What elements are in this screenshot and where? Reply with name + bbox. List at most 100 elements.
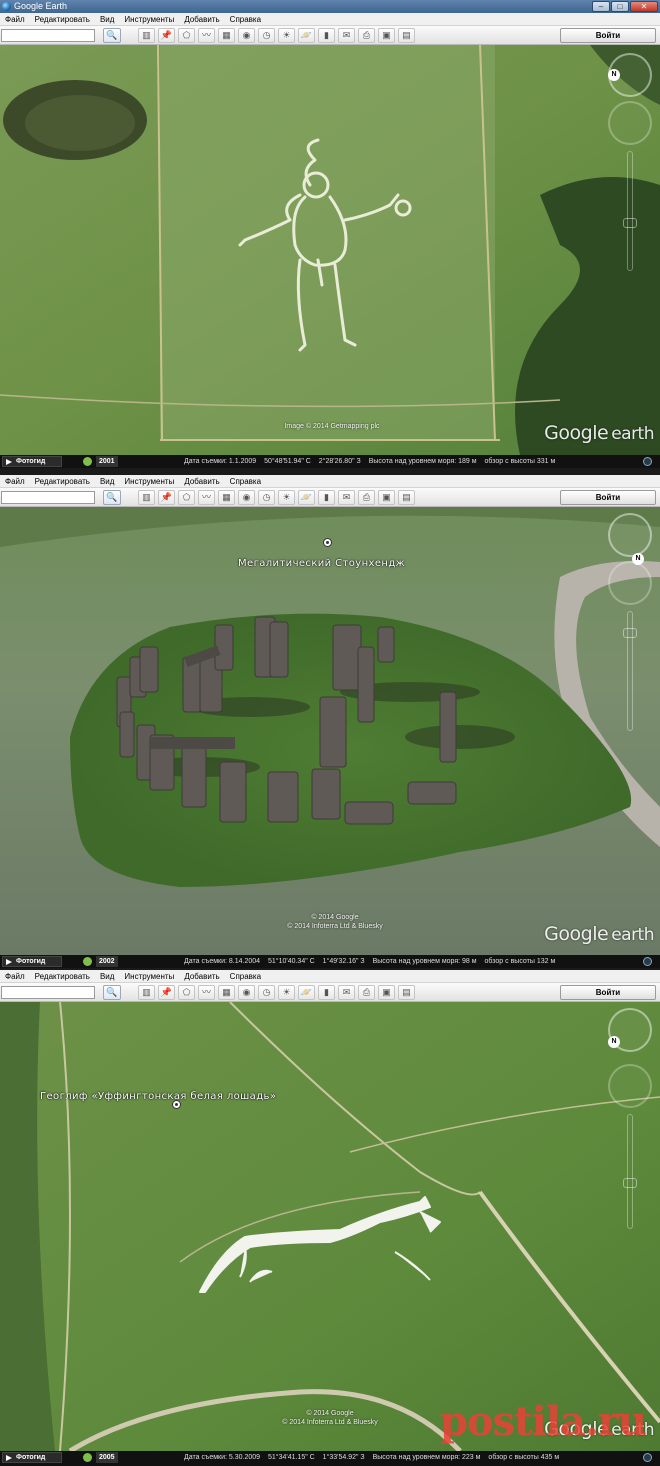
placemark-label[interactable]: Мегалитический Стоунхендж <box>238 558 405 569</box>
overlay-icon[interactable]: ▦ <box>218 28 235 43</box>
zoom-slider-thumb[interactable] <box>623 218 637 228</box>
tour-guide-button[interactable]: Фотогид <box>2 956 62 967</box>
sunlight-icon[interactable]: ☀ <box>278 985 295 1000</box>
menu-view[interactable]: Вид <box>95 475 119 488</box>
sunlight-icon[interactable]: ☀ <box>278 490 295 505</box>
menu-view[interactable]: Вид <box>95 13 119 26</box>
planets-icon[interactable]: 🪐 <box>298 985 315 1000</box>
search-input[interactable] <box>1 29 95 42</box>
menu-file[interactable]: Файл <box>0 970 30 983</box>
maps-icon[interactable]: ▤ <box>398 28 415 43</box>
menu-tools[interactable]: Инструменты <box>119 970 179 983</box>
zoom-slider[interactable] <box>627 1114 633 1229</box>
historical-imagery-icon[interactable]: ◷ <box>258 985 275 1000</box>
north-button-icon[interactable]: N <box>608 1036 620 1048</box>
menu-edit[interactable]: Редактировать <box>30 970 95 983</box>
historical-imagery-icon[interactable]: ◷ <box>258 28 275 43</box>
menu-view[interactable]: Вид <box>95 970 119 983</box>
menu-help[interactable]: Справка <box>225 475 266 488</box>
ruler-icon[interactable]: ▮ <box>318 985 335 1000</box>
email-icon[interactable]: ✉ <box>338 985 355 1000</box>
menu-edit[interactable]: Редактировать <box>30 13 95 26</box>
search-button[interactable]: 🔍 <box>103 985 121 1000</box>
print-icon[interactable]: ⎙ <box>358 28 375 43</box>
historical-imagery-icon[interactable] <box>83 957 92 966</box>
close-button[interactable]: ✕ <box>630 1 658 12</box>
tour-guide-button[interactable]: Фотогид <box>2 1452 62 1463</box>
minimize-button[interactable]: – <box>592 1 610 12</box>
menu-edit[interactable]: Редактировать <box>30 475 95 488</box>
imagery-year[interactable]: 2005 <box>96 1452 118 1463</box>
placemark-label[interactable]: Геоглиф «Уффингтонская белая лошадь» <box>40 1091 276 1102</box>
save-image-icon[interactable]: ▣ <box>378 490 395 505</box>
menu-file[interactable]: Файл <box>0 475 30 488</box>
placemark-icon[interactable]: 📌 <box>158 490 175 505</box>
move-ring[interactable] <box>608 561 652 605</box>
move-ring[interactable] <box>608 101 652 145</box>
imagery-year[interactable]: 2001 <box>96 456 118 467</box>
overlay-icon[interactable]: ▦ <box>218 985 235 1000</box>
north-button-icon[interactable]: N <box>608 69 620 81</box>
path-icon[interactable]: 〰 <box>198 28 215 43</box>
menu-file[interactable]: Файл <box>0 13 30 26</box>
ruler-icon[interactable]: ▮ <box>318 490 335 505</box>
menu-add[interactable]: Добавить <box>179 13 224 26</box>
save-image-icon[interactable]: ▣ <box>378 28 395 43</box>
tour-guide-button[interactable]: Фотогид <box>2 456 62 467</box>
menu-help[interactable]: Справка <box>225 13 266 26</box>
historical-imagery-icon[interactable] <box>83 457 92 466</box>
print-icon[interactable]: ⎙ <box>358 985 375 1000</box>
planets-icon[interactable]: 🪐 <box>298 490 315 505</box>
path-icon[interactable]: 〰 <box>198 490 215 505</box>
print-icon[interactable]: ⎙ <box>358 490 375 505</box>
map-view-cerne-abbas[interactable]: Image © 2014 Getmapping plc Google earth … <box>0 45 660 455</box>
save-image-icon[interactable]: ▣ <box>378 985 395 1000</box>
sidebar-toggle-icon[interactable]: ▥ <box>138 490 155 505</box>
search-input[interactable] <box>1 491 95 504</box>
placemark-pin-icon[interactable] <box>323 538 332 547</box>
zoom-slider-thumb[interactable] <box>623 1178 637 1188</box>
tour-icon[interactable]: ◉ <box>238 490 255 505</box>
polygon-icon[interactable]: ⬠ <box>178 490 195 505</box>
navigation-controls[interactable]: N <box>608 1008 652 1238</box>
signin-button[interactable]: Войти <box>560 28 656 43</box>
sidebar-toggle-icon[interactable]: ▥ <box>138 985 155 1000</box>
move-ring[interactable] <box>608 1064 652 1108</box>
menu-add[interactable]: Добавить <box>179 475 224 488</box>
look-ring[interactable] <box>608 513 652 557</box>
maximize-button[interactable]: □ <box>611 1 629 12</box>
overlay-icon[interactable]: ▦ <box>218 490 235 505</box>
maps-icon[interactable]: ▤ <box>398 985 415 1000</box>
tour-icon[interactable]: ◉ <box>238 985 255 1000</box>
search-input[interactable] <box>1 986 95 999</box>
sunlight-icon[interactable]: ☀ <box>278 28 295 43</box>
maps-icon[interactable]: ▤ <box>398 490 415 505</box>
signin-button[interactable]: Войти <box>560 490 656 505</box>
polygon-icon[interactable]: ⬠ <box>178 985 195 1000</box>
polygon-icon[interactable]: ⬠ <box>178 28 195 43</box>
tour-icon[interactable]: ◉ <box>238 28 255 43</box>
search-button[interactable]: 🔍 <box>103 28 121 43</box>
placemark-icon[interactable]: 📌 <box>158 985 175 1000</box>
email-icon[interactable]: ✉ <box>338 490 355 505</box>
menu-tools[interactable]: Инструменты <box>119 13 179 26</box>
map-view-stonehenge[interactable]: Мегалитический Стоунхендж © 2014 Google … <box>0 507 660 955</box>
search-button[interactable]: 🔍 <box>103 490 121 505</box>
email-icon[interactable]: ✉ <box>338 28 355 43</box>
sidebar-toggle-icon[interactable]: ▥ <box>138 28 155 43</box>
signin-button[interactable]: Войти <box>560 985 656 1000</box>
imagery-year[interactable]: 2002 <box>96 956 118 967</box>
map-view-uffington[interactable]: Геоглиф «Уффингтонская белая лошадь» © 2… <box>0 1002 660 1451</box>
placemark-icon[interactable]: 📌 <box>158 28 175 43</box>
menu-tools[interactable]: Инструменты <box>119 475 179 488</box>
historical-imagery-icon[interactable] <box>83 1453 92 1462</box>
historical-imagery-icon[interactable]: ◷ <box>258 490 275 505</box>
planets-icon[interactable]: 🪐 <box>298 28 315 43</box>
navigation-controls[interactable]: N <box>608 53 652 283</box>
path-icon[interactable]: 〰 <box>198 985 215 1000</box>
navigation-controls[interactable]: N <box>608 513 652 743</box>
menu-add[interactable]: Добавить <box>179 970 224 983</box>
zoom-slider[interactable] <box>627 151 633 271</box>
ruler-icon[interactable]: ▮ <box>318 28 335 43</box>
zoom-slider-thumb[interactable] <box>623 628 637 638</box>
